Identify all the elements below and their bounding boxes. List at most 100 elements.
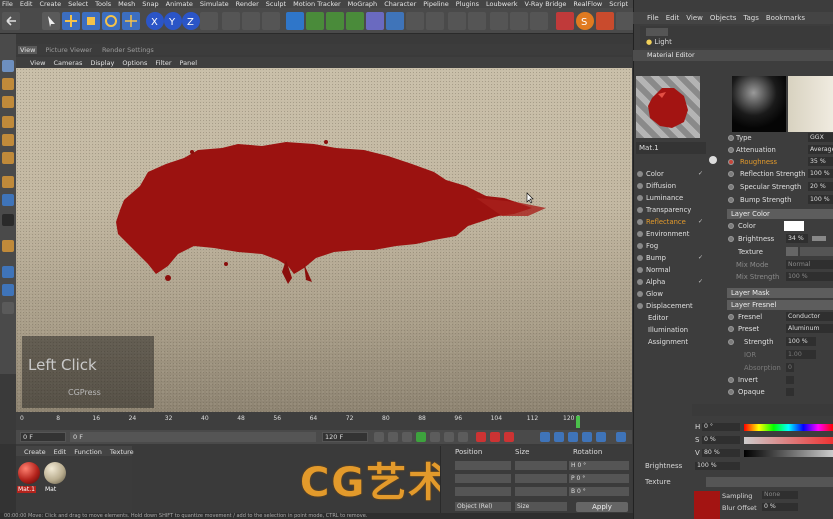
vp-menu-view[interactable]: View: [30, 59, 45, 67]
rot-p-field[interactable]: P 0 °: [569, 474, 629, 483]
channel-color[interactable]: Color: [646, 170, 664, 178]
picker-texture-slot[interactable]: [706, 477, 833, 487]
sampling-select[interactable]: None: [762, 491, 798, 499]
absorption-field[interactable]: 0: [786, 363, 794, 372]
play-icon[interactable]: [416, 432, 426, 442]
picker-brightness-field[interactable]: 100 %: [695, 462, 740, 470]
om-menu-file[interactable]: File: [647, 14, 659, 22]
cube-icon[interactable]: [286, 12, 304, 30]
channel-reflectance[interactable]: Reflectance: [646, 218, 686, 226]
prev-frame-icon[interactable]: [402, 432, 412, 442]
prev-key-icon[interactable]: [388, 432, 398, 442]
channel-glow[interactable]: Glow: [646, 290, 663, 298]
vp-menu-panel[interactable]: Panel: [180, 59, 198, 67]
key-scale-icon[interactable]: [554, 432, 564, 442]
x-axis-icon[interactable]: X: [146, 12, 164, 30]
h-field[interactable]: 0 °: [702, 423, 740, 431]
texture-thumbnail[interactable]: [694, 491, 720, 519]
texture-dropdown-button[interactable]: [786, 247, 798, 256]
menu-mesh[interactable]: Mesh: [118, 0, 135, 8]
live-selection-icon[interactable]: [42, 12, 60, 30]
layer-mask-section[interactable]: Layer Mask: [727, 288, 833, 298]
coords-size-mode-select[interactable]: Size: [515, 502, 567, 511]
v-field[interactable]: 80 %: [702, 449, 740, 457]
pos-y-field[interactable]: [455, 474, 511, 483]
menu-file[interactable]: File: [2, 0, 13, 8]
apply-button[interactable]: Apply: [576, 502, 628, 512]
tweak-icon[interactable]: [2, 194, 14, 206]
value-slider[interactable]: [744, 450, 833, 457]
channel-diffusion[interactable]: Diffusion: [646, 182, 676, 190]
material-label-mat[interactable]: Mat: [44, 486, 57, 493]
invert-checkbox[interactable]: [786, 376, 794, 384]
key-position-icon[interactable]: [540, 432, 550, 442]
om-menu-bookmarks[interactable]: Bookmarks: [766, 14, 805, 22]
texture-mode-icon[interactable]: [2, 78, 14, 90]
points-mode-icon[interactable]: [2, 116, 14, 128]
edges-mode-icon[interactable]: [2, 134, 14, 146]
ior-field[interactable]: 1.00: [786, 350, 816, 359]
reflection-strength-field[interactable]: 100 %: [808, 169, 833, 178]
mix-mode-select[interactable]: Normal: [786, 260, 833, 269]
vp-menu-cameras[interactable]: Cameras: [53, 59, 82, 67]
subdivision-icon[interactable]: [326, 12, 344, 30]
render-settings-icon[interactable]: [262, 12, 280, 30]
mm-menu-function[interactable]: Function: [74, 448, 102, 456]
menu-plugins[interactable]: Plugins: [456, 0, 479, 8]
timeline-icon[interactable]: [616, 432, 626, 442]
texture-slot[interactable]: [800, 247, 833, 256]
channel-editor[interactable]: Editor: [648, 314, 668, 322]
brightness-slider[interactable]: [812, 236, 826, 241]
rot-h-field[interactable]: H 0 °: [569, 461, 629, 470]
render-view-icon[interactable]: [222, 12, 240, 30]
s-icon[interactable]: S: [576, 12, 594, 30]
menu-script[interactable]: Script: [609, 0, 628, 8]
lock-icon[interactable]: [2, 240, 14, 252]
goto-end-icon[interactable]: [458, 432, 468, 442]
start-frame-field[interactable]: 0 F: [20, 432, 66, 442]
menu-pipeline[interactable]: Pipeline: [423, 0, 448, 8]
goto-start-icon[interactable]: [374, 432, 384, 442]
light-icon[interactable]: [426, 12, 444, 30]
axis-mode-icon[interactable]: [2, 176, 14, 188]
coords-mode-select[interactable]: Object (Rel): [455, 502, 511, 511]
y-axis-icon[interactable]: Y: [164, 12, 182, 30]
rot-b-field[interactable]: B 0 °: [569, 487, 629, 496]
floor-icon[interactable]: [386, 12, 404, 30]
hue-slider[interactable]: [744, 424, 833, 431]
playhead[interactable]: [576, 416, 580, 428]
saturation-slider[interactable]: [744, 437, 833, 444]
grid-icon[interactable]: [2, 266, 14, 278]
color-picker-toolbar[interactable]: [692, 404, 833, 416]
layer-color-section[interactable]: Layer Color: [727, 209, 833, 219]
fresnel-select[interactable]: Conductor: [786, 312, 833, 321]
material-options-icon[interactable]: [709, 156, 717, 164]
blur-offset-field[interactable]: 0 %: [762, 503, 798, 511]
channel-environment[interactable]: Environment: [646, 230, 689, 238]
plugin-icon-1[interactable]: [448, 12, 466, 30]
camera-icon[interactable]: [406, 12, 424, 30]
layer-fresnel-section[interactable]: Layer Fresnel: [727, 300, 833, 310]
material-label-mat1[interactable]: Mat.1: [17, 486, 36, 493]
mix-strength-field[interactable]: 100 %: [786, 272, 833, 281]
channel-transparency[interactable]: Transparency: [646, 206, 691, 214]
material-swatch-mat1[interactable]: [18, 462, 40, 484]
mm-menu-texture[interactable]: Texture: [110, 448, 134, 456]
plugin-icon-4[interactable]: [510, 12, 528, 30]
brightness-field[interactable]: 34 %: [786, 234, 808, 243]
plugin-icon-3[interactable]: [490, 12, 508, 30]
psr-icon[interactable]: [596, 12, 614, 30]
preset-select[interactable]: Aluminum: [786, 324, 833, 333]
scale-tool-icon[interactable]: [82, 12, 100, 30]
channel-checkbox[interactable]: ✓: [698, 170, 703, 177]
menu-animate[interactable]: Animate: [166, 0, 193, 8]
model-mode-icon[interactable]: [2, 60, 14, 72]
menu-snap[interactable]: Snap: [142, 0, 158, 8]
size-y-field[interactable]: [515, 474, 567, 483]
workplane-grid-icon[interactable]: [2, 302, 14, 314]
om-menu-objects[interactable]: Objects: [710, 14, 736, 22]
specular-strength-field[interactable]: 20 %: [808, 182, 833, 191]
channel-luminance[interactable]: Luminance: [646, 194, 683, 202]
vp-menu-display[interactable]: Display: [90, 59, 114, 67]
type-select[interactable]: GGX: [808, 133, 833, 142]
